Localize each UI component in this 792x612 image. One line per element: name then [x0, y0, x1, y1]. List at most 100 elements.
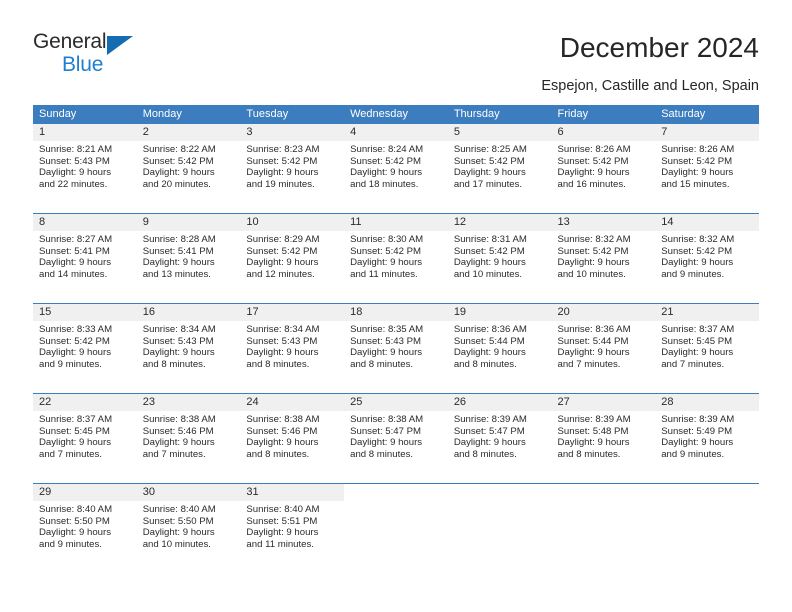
- daylight-duration-line2: and 9 minutes.: [39, 358, 102, 370]
- daylight-duration-line1: Daylight: 9 hours: [246, 167, 319, 179]
- calendar-day-cell[interactable]: 25 Sunrise: 8:38 AM Sunset: 5:47 PM Dayligh…: [344, 394, 448, 483]
- sunset-time: Sunset: 5:42 PM: [661, 155, 733, 167]
- day-sun-info: Sunrise: 8:35 AM Sunset: 5:43 PM Daylight:…: [344, 321, 448, 370]
- calendar-day-cell[interactable]: 1 Sunrise: 8:21 AM Sunset: 5:43 PM Daylight…: [33, 124, 137, 213]
- calendar-day-cell[interactable]: 3 Sunrise: 8:23 AM Sunset: 5:42 PM Daylight…: [240, 124, 345, 213]
- day-number: 5: [447, 124, 552, 141]
- calendar-day-cell[interactable]: 4 Sunrise: 8:24 AM Sunset: 5:42 PM Daylight…: [344, 124, 448, 213]
- sunset-time: Sunset: 5:47 PM: [350, 425, 422, 437]
- sunset-time: Sunset: 5:42 PM: [661, 245, 733, 257]
- day-sun-info: Sunrise: 8:32 AM Sunset: 5:42 PM Daylight:…: [552, 231, 656, 280]
- day-number: 8: [33, 214, 137, 231]
- day-number: 30: [136, 484, 241, 501]
- daylight-duration-line2: and 19 minutes.: [246, 178, 315, 190]
- daylight-duration-line2: and 8 minutes.: [350, 448, 414, 460]
- daylight-duration-line1: Daylight: 9 hours: [557, 347, 630, 359]
- weekday-header-thursday: Thursday: [453, 108, 500, 120]
- day-number: [447, 484, 552, 501]
- calendar-week-row: 15 Sunrise: 8:33 AM Sunset: 5:42 PM Dayligh…: [33, 303, 759, 393]
- calendar-day-cell[interactable]: 17 Sunrise: 8:34 AM Sunset: 5:43 PM Dayligh…: [240, 304, 345, 393]
- day-number: 12: [447, 214, 552, 231]
- day-sun-info: Sunrise: 8:31 AM Sunset: 5:42 PM Daylight:…: [448, 231, 552, 280]
- calendar-day-cell[interactable]: 6 Sunrise: 8:26 AM Sunset: 5:42 PM Daylight…: [551, 124, 656, 213]
- sunset-time: Sunset: 5:45 PM: [661, 335, 733, 347]
- page-header: General Blue December 2024 Espejon, Cast…: [0, 0, 792, 100]
- calendar-day-cell[interactable]: 9 Sunrise: 8:28 AM Sunset: 5:41 PM Daylight…: [136, 214, 241, 303]
- day-sun-info: Sunrise: 8:38 AM Sunset: 5:47 PM Daylight:…: [344, 411, 448, 460]
- sunrise-time: Sunrise: 8:26 AM: [661, 144, 735, 155]
- day-sun-info: Sunrise: 8:28 AM Sunset: 5:41 PM Daylight:…: [137, 231, 241, 280]
- calendar-day-cell[interactable]: 18 Sunrise: 8:35 AM Sunset: 5:43 PM Dayligh…: [344, 304, 448, 393]
- daylight-duration-line2: and 8 minutes.: [557, 448, 621, 460]
- day-sun-info: Sunrise: 8:36 AM Sunset: 5:44 PM Daylight:…: [448, 321, 552, 370]
- calendar-day-cell[interactable]: 16 Sunrise: 8:34 AM Sunset: 5:43 PM Dayligh…: [136, 304, 241, 393]
- calendar-day-cell[interactable]: 5 Sunrise: 8:25 AM Sunset: 5:42 PM Daylight…: [447, 124, 552, 213]
- day-sun-info: Sunrise: 8:25 AM Sunset: 5:42 PM Daylight:…: [448, 141, 552, 190]
- calendar-day-cell[interactable]: 8 Sunrise: 8:27 AM Sunset: 5:41 PM Daylight…: [33, 214, 137, 303]
- daylight-duration-line2: and 17 minutes.: [453, 178, 523, 190]
- sunset-time: Sunset: 5:46 PM: [246, 425, 318, 437]
- daylight-duration-line1: Daylight: 9 hours: [350, 347, 423, 359]
- day-number: 1: [33, 124, 137, 141]
- calendar-day-cell[interactable]: 28 Sunrise: 8:39 AM Sunset: 5:49 PM Dayligh…: [655, 394, 759, 483]
- calendar-day-cell[interactable]: 15 Sunrise: 8:33 AM Sunset: 5:42 PM Dayligh…: [33, 304, 137, 393]
- calendar-day-cell[interactable]: 12 Sunrise: 8:31 AM Sunset: 5:42 PM Dayligh…: [447, 214, 552, 303]
- calendar-day-cell[interactable]: 19 Sunrise: 8:36 AM Sunset: 5:44 PM Dayligh…: [447, 304, 552, 393]
- sunset-time: Sunset: 5:51 PM: [246, 515, 318, 527]
- calendar-day-cell[interactable]: 20 Sunrise: 8:36 AM Sunset: 5:44 PM Dayligh…: [551, 304, 656, 393]
- sunset-time: Sunset: 5:44 PM: [453, 335, 525, 347]
- sunrise-time: Sunrise: 8:31 AM: [453, 234, 527, 245]
- weekday-header-tuesday: Tuesday: [246, 108, 289, 120]
- day-number: 17: [240, 304, 345, 321]
- sunset-time: Sunset: 5:42 PM: [350, 155, 422, 167]
- calendar-day-cell[interactable]: 23 Sunrise: 8:38 AM Sunset: 5:46 PM Dayligh…: [136, 394, 241, 483]
- daylight-duration-line2: and 8 minutes.: [453, 448, 517, 460]
- calendar-day-cell[interactable]: 30 Sunrise: 8:40 AM Sunset: 5:50 PM Dayligh…: [136, 484, 241, 573]
- sunset-time: Sunset: 5:46 PM: [142, 425, 214, 437]
- day-number: 9: [136, 214, 241, 231]
- sunrise-time: Sunrise: 8:38 AM: [142, 414, 216, 425]
- daylight-duration-line1: Daylight: 9 hours: [39, 347, 111, 359]
- generalblue-logo[interactable]: General Blue: [33, 31, 233, 81]
- calendar-day-cell[interactable]: 13 Sunrise: 8:32 AM Sunset: 5:42 PM Dayligh…: [551, 214, 656, 303]
- day-number: 13: [551, 214, 656, 231]
- calendar-day-cell[interactable]: 2 Sunrise: 8:22 AM Sunset: 5:42 PM Daylight…: [136, 124, 241, 213]
- daylight-duration-line2: and 9 minutes.: [661, 268, 725, 280]
- daylight-duration-line2: and 8 minutes.: [246, 358, 310, 370]
- calendar-day-cell[interactable]: 21 Sunrise: 8:37 AM Sunset: 5:45 PM Dayligh…: [655, 304, 759, 393]
- sunset-time: Sunset: 5:41 PM: [142, 245, 214, 257]
- daylight-duration-line1: Daylight: 9 hours: [661, 257, 734, 269]
- calendar-day-cell[interactable]: 11 Sunrise: 8:30 AM Sunset: 5:42 PM Dayligh…: [344, 214, 448, 303]
- calendar-day-cell[interactable]: 26 Sunrise: 8:39 AM Sunset: 5:47 PM Dayligh…: [447, 394, 552, 483]
- sunrise-time: Sunrise: 8:38 AM: [350, 414, 424, 425]
- daylight-duration-line1: Daylight: 9 hours: [453, 347, 526, 359]
- calendar-day-cell[interactable]: 22 Sunrise: 8:37 AM Sunset: 5:45 PM Dayligh…: [33, 394, 137, 483]
- day-number: 29: [33, 484, 137, 501]
- calendar-day-cell[interactable]: 31 Sunrise: 8:40 AM Sunset: 5:51 PM Dayligh…: [240, 484, 345, 573]
- calendar-day-cell[interactable]: 29 Sunrise: 8:40 AM Sunset: 5:50 PM Dayligh…: [33, 484, 137, 573]
- day-number: 10: [240, 214, 345, 231]
- calendar-week-row: 1 Sunrise: 8:21 AM Sunset: 5:43 PM Daylight…: [33, 124, 759, 213]
- calendar-day-cell[interactable]: 24 Sunrise: 8:38 AM Sunset: 5:46 PM Dayligh…: [240, 394, 345, 483]
- daylight-duration-line1: Daylight: 9 hours: [142, 527, 215, 539]
- daylight-duration-line2: and 15 minutes.: [661, 178, 730, 190]
- day-sun-info: Sunrise: 8:24 AM Sunset: 5:42 PM Daylight:…: [344, 141, 448, 190]
- daylight-duration-line1: Daylight: 9 hours: [39, 437, 111, 449]
- daylight-duration-line2: and 11 minutes.: [350, 268, 418, 280]
- calendar-day-cell[interactable]: 10 Sunrise: 8:29 AM Sunset: 5:42 PM Dayligh…: [240, 214, 345, 303]
- daylight-duration-line2: and 22 minutes.: [39, 178, 108, 190]
- daylight-duration-line2: and 14 minutes.: [39, 268, 108, 280]
- calendar-day-cell[interactable]: 27 Sunrise: 8:39 AM Sunset: 5:48 PM Dayligh…: [551, 394, 656, 483]
- calendar-day-cell[interactable]: 7 Sunrise: 8:26 AM Sunset: 5:42 PM Daylight…: [655, 124, 759, 213]
- day-number: 27: [551, 394, 656, 411]
- daylight-duration-line2: and 9 minutes.: [661, 448, 725, 460]
- daylight-duration-line1: Daylight: 9 hours: [39, 167, 111, 179]
- sunrise-time: Sunrise: 8:26 AM: [557, 144, 631, 155]
- calendar-day-cell[interactable]: 14 Sunrise: 8:32 AM Sunset: 5:42 PM Dayligh…: [655, 214, 759, 303]
- sunrise-time: Sunrise: 8:24 AM: [350, 144, 424, 155]
- sunrise-time: Sunrise: 8:39 AM: [453, 414, 527, 425]
- daylight-duration-line1: Daylight: 9 hours: [246, 527, 319, 539]
- daylight-duration-line2: and 13 minutes.: [142, 268, 211, 280]
- sunrise-time: Sunrise: 8:39 AM: [661, 414, 735, 425]
- day-number: 19: [447, 304, 552, 321]
